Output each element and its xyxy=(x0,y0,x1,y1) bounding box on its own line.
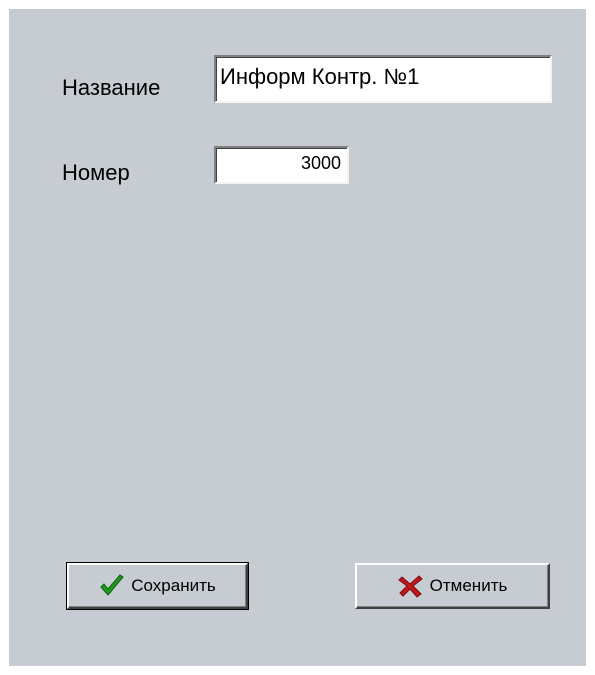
name-label: Название xyxy=(62,75,161,100)
number-field[interactable]: 3000 xyxy=(214,146,349,184)
number-label: Номер xyxy=(62,160,130,185)
cancel-button[interactable]: Отменить xyxy=(355,563,550,609)
save-button[interactable]: Сохранить xyxy=(66,562,249,610)
save-button-label: Сохранить xyxy=(131,576,216,595)
green-checkmark-icon xyxy=(99,574,125,598)
name-field[interactable]: Информ Контр. №1 xyxy=(214,55,552,103)
dialog-panel: Название Информ Контр. №1 Номер 3000 Сох… xyxy=(9,9,586,666)
red-x-icon xyxy=(397,574,424,598)
cancel-button-label: Отменить xyxy=(429,576,508,595)
